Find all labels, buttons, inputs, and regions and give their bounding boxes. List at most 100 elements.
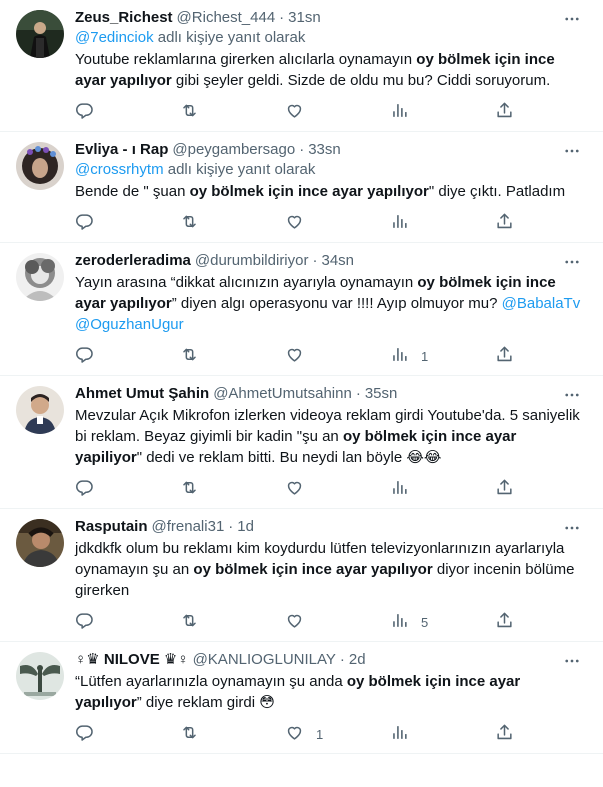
tweet-text-segment: Bende de " şuan [75, 183, 190, 200]
avatar[interactable] [16, 253, 64, 301]
timestamp[interactable]: 35sn [365, 384, 398, 404]
avatar[interactable] [16, 652, 64, 700]
reply-to-link[interactable]: @crossrhytm [75, 161, 164, 178]
share-button[interactable] [495, 345, 515, 367]
avatar[interactable] [16, 142, 64, 190]
user-handle[interactable]: @AhmetUmutsahinn [213, 384, 352, 404]
views-button[interactable] [390, 723, 480, 745]
like-button[interactable] [285, 345, 375, 367]
separator-dot: · [339, 651, 345, 668]
tweet[interactable]: Zeus_Richest @Richest_444 · 31sn @7edinciok … [0, 0, 603, 132]
share-button[interactable] [495, 478, 515, 500]
action-bar: 5 [75, 603, 515, 641]
avatar[interactable] [16, 519, 64, 567]
user-handle[interactable]: @KANLIOGLUNILAY [193, 650, 336, 670]
avatar-column [16, 382, 64, 508]
user-handle[interactable]: @Richest_444 [177, 8, 276, 28]
avatar-column [16, 6, 64, 131]
display-name[interactable]: Ahmet Umut Şahin [75, 384, 209, 404]
timestamp[interactable]: 33sn [308, 140, 341, 160]
separator-dot: · [355, 385, 361, 402]
tweet-text: Bende de " şuan oy bölmek için ince ayar… [75, 181, 587, 202]
tweet-text-segment: gibi şeyler geldi. Sizde de oldu mu bu? … [171, 72, 551, 89]
more-icon[interactable] [563, 519, 581, 537]
tweet-text-segment: Youtube reklamlarına girerken alıcılarla… [75, 51, 417, 68]
share-button[interactable] [495, 723, 515, 745]
views-button[interactable] [390, 101, 480, 123]
user-handle[interactable]: @peygambersago [172, 140, 295, 160]
avatar[interactable] [16, 10, 64, 58]
separator-dot: · [312, 252, 318, 269]
more-icon[interactable] [563, 652, 581, 670]
tweet-text: jdkdkfk olum bu reklamı kim koydurdu lüt… [75, 538, 587, 601]
like-icon [285, 478, 304, 500]
display-name[interactable]: zeroderleradima [75, 251, 191, 271]
reply-button[interactable] [75, 611, 165, 633]
tweet-body: ♀♛ NILOVE ♛♀ @KANLIOGLUNILAY · 2d “Lütfen ay… [75, 648, 587, 753]
avatar-column [16, 648, 64, 753]
tweet[interactable]: Ahmet Umut Şahin @AhmetUmutsahinn · 35sn Mev… [0, 376, 603, 509]
display-name[interactable]: Rasputain [75, 517, 148, 537]
reply-button[interactable] [75, 723, 165, 745]
reply-to-link[interactable]: @7edinciok [75, 29, 154, 46]
reply-button[interactable] [75, 478, 165, 500]
share-icon [495, 478, 514, 500]
timestamp[interactable]: 34sn [321, 251, 354, 271]
views-button[interactable]: 5 [390, 611, 480, 633]
more-icon[interactable] [563, 142, 581, 160]
timestamp[interactable]: 31sn [288, 8, 321, 28]
retweet-icon [180, 611, 199, 633]
like-button[interactable] [285, 478, 375, 500]
tweet-text: Mevzular Açık Mikrofon izlerken videoya … [75, 405, 587, 468]
separator-dot: · [299, 141, 305, 158]
user-handle[interactable]: @frenali31 [152, 517, 225, 537]
tweet[interactable]: Evliya - ı Rap @peygambersago · 33sn @crossr… [0, 132, 603, 243]
tweet-feed: Zeus_Richest @Richest_444 · 31sn @7edinciok … [0, 0, 603, 754]
tweet[interactable]: Rasputain @frenali31 · 1d jdkdkfk olum bu re… [0, 509, 603, 642]
avatar-column [16, 249, 64, 375]
views-button[interactable] [390, 478, 480, 500]
like-button[interactable] [285, 101, 375, 123]
like-count: 1 [316, 726, 324, 742]
like-button[interactable]: 1 [285, 723, 375, 745]
like-button[interactable] [285, 611, 375, 633]
reply-button[interactable] [75, 212, 165, 234]
tweet-text: Youtube reklamlarına girerken alıcılarla… [75, 49, 587, 91]
share-button[interactable] [495, 101, 515, 123]
more-icon[interactable] [563, 386, 581, 404]
display-name[interactable]: Zeus_Richest [75, 8, 173, 28]
retweet-button[interactable] [180, 345, 270, 367]
share-button[interactable] [495, 212, 515, 234]
reply-context: @7edinciok adlı kişiye yanıt olarak [75, 28, 587, 48]
share-button[interactable] [495, 611, 515, 633]
retweet-button[interactable] [180, 478, 270, 500]
like-button[interactable] [285, 212, 375, 234]
views-button[interactable]: 1 [390, 345, 480, 367]
avatar-column [16, 138, 64, 242]
retweet-button[interactable] [180, 611, 270, 633]
retweet-button[interactable] [180, 723, 270, 745]
reply-button[interactable] [75, 345, 165, 367]
more-icon[interactable] [563, 253, 581, 271]
reply-button[interactable] [75, 101, 165, 123]
like-icon [285, 101, 304, 123]
avatar[interactable] [16, 386, 64, 434]
more-icon[interactable] [563, 10, 581, 28]
display-name[interactable]: ♀♛ NILOVE ♛♀ [75, 650, 189, 670]
views-button[interactable] [390, 212, 480, 234]
tweet-body: Ahmet Umut Şahin @AhmetUmutsahinn · 35sn Mev… [75, 382, 587, 508]
like-icon [285, 723, 304, 745]
user-handle[interactable]: @durumbildiriyor [195, 251, 309, 271]
tweet[interactable]: zeroderleradima @durumbildiriyor · 34sn Yayı… [0, 243, 603, 376]
tweet-header: Rasputain @frenali31 · 1d [75, 517, 587, 537]
tweet[interactable]: ♀♛ NILOVE ♛♀ @KANLIOGLUNILAY · 2d “Lütfen ay… [0, 642, 603, 754]
retweet-button[interactable] [180, 212, 270, 234]
retweet-button[interactable] [180, 101, 270, 123]
retweet-icon [180, 101, 199, 123]
display-name[interactable]: Evliya - ı Rap [75, 140, 168, 160]
timestamp[interactable]: 2d [349, 650, 366, 670]
tweet-body: Evliya - ı Rap @peygambersago · 33sn @crossr… [75, 138, 587, 242]
reply-icon [75, 345, 94, 367]
timestamp[interactable]: 1d [237, 517, 254, 537]
retweet-icon [180, 345, 199, 367]
